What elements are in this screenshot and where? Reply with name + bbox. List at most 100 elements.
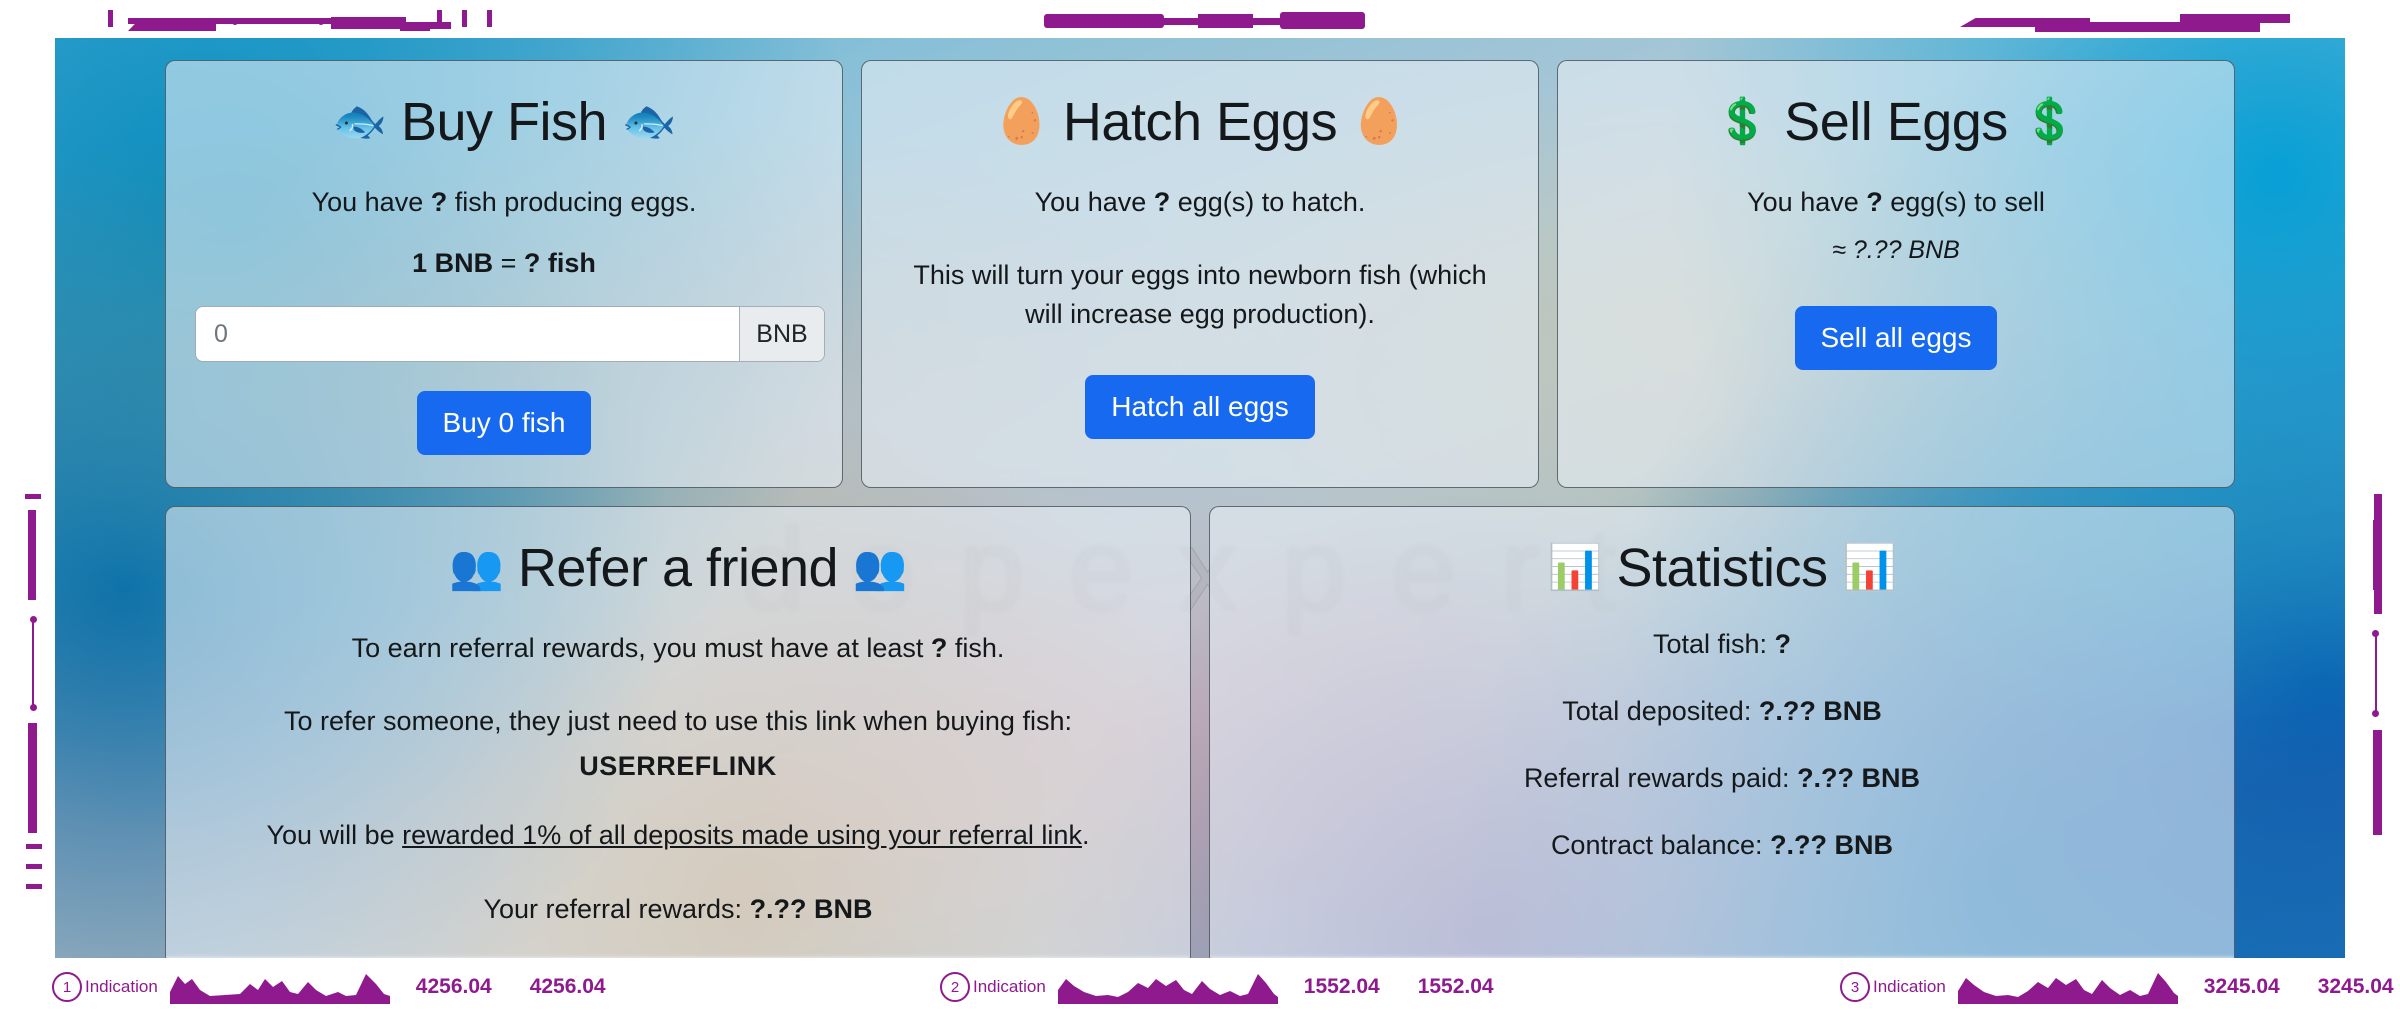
referral-rewards-value: ?.?? BNB bbox=[749, 893, 873, 924]
refer-reward-suffix: . bbox=[1081, 820, 1090, 851]
referral-rewards-label: Your referral rewards: bbox=[483, 893, 750, 924]
buy-fish-title: 🐟 Buy Fish 🐟 bbox=[196, 91, 812, 153]
top-right-waveform-d bbox=[2230, 18, 2290, 23]
right-waveform-b bbox=[2373, 520, 2378, 590]
top-tick-mark-4 bbox=[487, 10, 492, 27]
sell-eggs-balance: You have ? egg(s) to sell bbox=[1588, 183, 2204, 222]
refer-reward-link[interactable]: rewarded 1% of all deposits made using y… bbox=[402, 820, 1082, 850]
indication-2[interactable]: 2 Indication 1552.04 1552.04 bbox=[940, 970, 1494, 1004]
left-waveform-b bbox=[31, 510, 36, 540]
refer-reward-note: You will be rewarded 1% of all deposits … bbox=[196, 816, 1160, 855]
sell-eggs-card: 💲 Sell Eggs 💲 You have ? egg(s) to sell … bbox=[1557, 60, 2235, 488]
fish-icon-right: 🐟 bbox=[621, 97, 677, 146]
indication-1-value-a: 4256.04 bbox=[415, 975, 492, 998]
buy-fish-button[interactable]: Buy 0 fish bbox=[416, 391, 592, 456]
buy-fish-card: 🐟 Buy Fish 🐟 You have ? fish producing e… bbox=[165, 60, 843, 488]
indication-2-value-a: 1552.04 bbox=[1303, 975, 1380, 998]
referral-rewards-row: Your referral rewards: ?.?? BNB bbox=[196, 890, 1160, 929]
indication-3-label: Indication bbox=[1873, 977, 1946, 996]
buy-amount-input[interactable] bbox=[196, 307, 739, 362]
sell-all-eggs-button[interactable]: Sell all eggs bbox=[1794, 306, 1998, 371]
sell-have-prefix: You have bbox=[1747, 187, 1867, 218]
top-center-block-c bbox=[1198, 14, 1253, 28]
indication-2-label: Indication bbox=[973, 977, 1046, 996]
refer-friend-title: 👥 Refer a friend 👥 bbox=[196, 537, 1160, 599]
stat-total-fish-value: ? bbox=[1774, 629, 1792, 660]
refer-friend-card: 👥 Refer a friend 👥 To earn referral rewa… bbox=[165, 506, 1191, 968]
sell-eggs-title: 💲 Sell Eggs 💲 bbox=[1588, 91, 2204, 153]
dollar-icon-left: 💲 bbox=[1715, 97, 1770, 146]
cards-row-bottom: 👥 Refer a friend 👥 To earn referral rewa… bbox=[55, 506, 2345, 968]
right-vertical-timeline bbox=[2345, 480, 2400, 900]
refer-instructions: To refer someone, they just need to use … bbox=[284, 706, 1072, 737]
main-content: 🐟 Buy Fish 🐟 You have ? fish producing e… bbox=[55, 38, 2345, 968]
indication-3[interactable]: 3 Indication 3245.04 3245.04 bbox=[1840, 970, 2394, 1004]
indication-1[interactable]: 1 Indication 4256.04 4256.04 bbox=[52, 970, 606, 1004]
top-timeline-strip bbox=[0, 0, 2400, 38]
indication-2-sparkline-icon bbox=[1057, 974, 1278, 1004]
busts-in-silhouette-icon-left: 👥 bbox=[449, 543, 504, 592]
dollar-icon-right: 💲 bbox=[2022, 97, 2077, 146]
top-waveform-e bbox=[331, 22, 451, 29]
left-connector bbox=[32, 620, 34, 708]
referral-link-text[interactable]: USERREFLINK bbox=[196, 751, 1160, 782]
top-tick-mark bbox=[108, 10, 113, 27]
top-center-block-e bbox=[1280, 12, 1365, 29]
indication-2-number: 2 bbox=[940, 972, 970, 1002]
sell-have-value: ? bbox=[1866, 187, 1883, 218]
indication-3-sparkline-icon bbox=[1957, 973, 2178, 1004]
stat-total-deposited: Total deposited: ?.?? BNB bbox=[1240, 696, 2204, 727]
indication-3-number: 3 bbox=[1840, 972, 1870, 1002]
stat-contract-balance-label: Contract balance: bbox=[1550, 830, 1771, 861]
indication-1-value-b: 4256.04 bbox=[529, 975, 606, 998]
refer-friend-title-text: Refer a friend bbox=[517, 538, 839, 598]
indication-3-value-a: 3245.04 bbox=[2203, 975, 2280, 998]
right-connector bbox=[2375, 634, 2377, 714]
buy-rate-prefix: 1 BNB bbox=[412, 248, 494, 279]
refer-requirement-prefix: To earn referral rewards, you must have … bbox=[351, 633, 931, 664]
left-node-bottom bbox=[30, 704, 37, 711]
buy-fish-title-text: Buy Fish bbox=[400, 92, 608, 152]
sell-have-suffix: egg(s) to sell bbox=[1882, 187, 2045, 218]
indications-container: 1 Indication 4256.04 4256.04 2 Indicatio… bbox=[0, 958, 2400, 1016]
statistics-title-text: Statistics bbox=[1616, 538, 1828, 598]
stat-referral-rewards-paid-value: ?.?? BNB bbox=[1797, 763, 1921, 794]
indication-1-sparkline-icon bbox=[169, 974, 390, 1004]
stat-contract-balance-value: ?.?? BNB bbox=[1770, 830, 1894, 861]
top-tick-mark-3 bbox=[462, 10, 467, 27]
busts-in-silhouette-icon-right: 👥 bbox=[852, 543, 908, 592]
buy-fish-balance: You have ? fish producing eggs. bbox=[196, 183, 812, 222]
hatch-eggs-title: 🥚 Hatch Eggs 🥚 bbox=[892, 91, 1508, 153]
stat-contract-balance: Contract balance: ?.?? BNB bbox=[1240, 830, 2204, 861]
statistics-card: 📊 Statistics 📊 Total fish: ? Total depos… bbox=[1209, 506, 2235, 968]
indication-1-number: 1 bbox=[52, 972, 82, 1002]
sell-eggs-title-text: Sell Eggs bbox=[1784, 92, 2008, 152]
hatch-eggs-card: 🥚 Hatch Eggs 🥚 You have ? egg(s) to hatc… bbox=[861, 60, 1539, 488]
right-waveform-c bbox=[2373, 730, 2382, 835]
top-center-block-a bbox=[1044, 14, 1164, 28]
egg-icon-left: 🥚 bbox=[994, 97, 1049, 146]
hatch-all-eggs-button[interactable]: Hatch all eggs bbox=[1085, 374, 1315, 439]
indication-3-value-b: 3245.04 bbox=[2317, 975, 2394, 998]
buy-amount-input-group[interactable]: BNB bbox=[196, 307, 824, 362]
indication-2-value-b: 1552.04 bbox=[1417, 975, 1494, 998]
buy-rate-suffix: fish bbox=[540, 248, 596, 279]
buy-fish-rate: 1 BNB = ? fish bbox=[196, 248, 812, 279]
stat-total-deposited-value: ?.?? BNB bbox=[1758, 696, 1882, 727]
indication-1-label: Indication bbox=[85, 977, 158, 996]
left-tick-c bbox=[26, 864, 42, 869]
left-tick-a bbox=[25, 494, 41, 499]
bar-chart-icon-left: 📊 bbox=[1547, 543, 1603, 592]
fish-icon-left: 🐟 bbox=[332, 97, 387, 146]
hatch-eggs-title-text: Hatch Eggs bbox=[1062, 92, 1338, 152]
cards-row-top: 🐟 Buy Fish 🐟 You have ? fish producing e… bbox=[55, 60, 2345, 488]
refer-requirement-suffix: fish. bbox=[947, 633, 1005, 664]
top-connector bbox=[234, 21, 322, 23]
hatch-eggs-balance: You have ? egg(s) to hatch. bbox=[892, 183, 1508, 222]
hatch-have-value: ? bbox=[1153, 187, 1171, 218]
right-node-bottom bbox=[2372, 710, 2379, 717]
hatch-have-prefix: You have bbox=[1034, 187, 1154, 218]
buy-have-value: ? bbox=[430, 187, 448, 218]
bottom-indication-bar: 1 Indication 4256.04 4256.04 2 Indicatio… bbox=[0, 958, 2400, 1016]
egg-icon-right: 🥚 bbox=[1351, 97, 1407, 146]
